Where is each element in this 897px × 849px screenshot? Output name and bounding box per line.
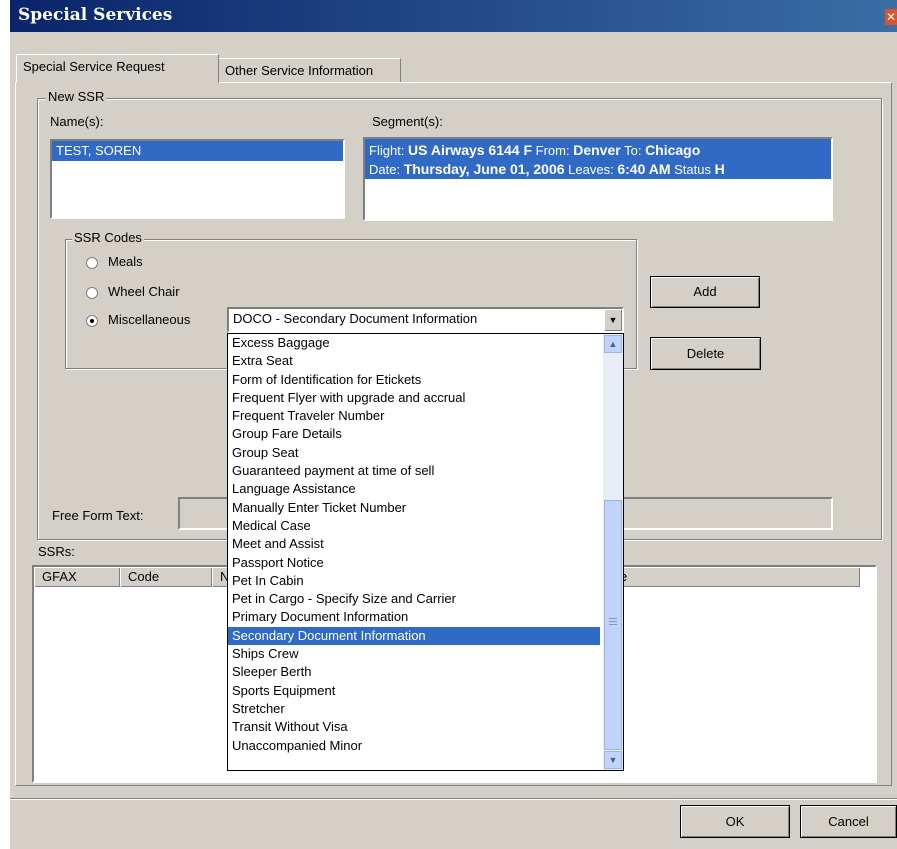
- dropdown-item[interactable]: Group Fare Details: [228, 425, 600, 443]
- dropdown-item[interactable]: Transit Without Visa: [228, 718, 600, 736]
- grip-line: [609, 618, 617, 619]
- miscellaneous-label[interactable]: Miscellaneous: [108, 312, 190, 327]
- names-label: Name(s):: [50, 114, 104, 129]
- grip-line: [609, 621, 617, 622]
- new-ssr-legend: New SSR: [46, 89, 107, 104]
- title-bar: Special Services ✕: [10, 0, 897, 32]
- to-label: To:: [624, 143, 642, 158]
- segments-label: Segment(s):: [372, 114, 443, 129]
- add-button-label: Add: [693, 284, 717, 299]
- tab-label: Other Service Information: [225, 63, 374, 78]
- tab-special-service-request[interactable]: Special Service Request: [16, 54, 219, 83]
- dropdown-item[interactable]: Frequent Traveler Number: [228, 407, 600, 425]
- ssrs-label: SSRs:: [38, 544, 75, 559]
- segments-listbox[interactable]: Flight: US Airways 6144 F From: Denver T…: [363, 137, 833, 221]
- date-label: Date:: [369, 162, 401, 177]
- column-header-gfax[interactable]: GFAX: [34, 567, 120, 587]
- leaves-label: Leaves:: [568, 162, 614, 177]
- ok-button[interactable]: OK: [680, 805, 790, 838]
- from-value: Denver: [573, 142, 621, 158]
- dropdown-item[interactable]: Primary Document Information: [228, 608, 600, 626]
- dropdown-item[interactable]: Unaccompanied Minor: [228, 737, 600, 755]
- meals-label[interactable]: Meals: [108, 254, 143, 269]
- delete-button-label: Delete: [686, 346, 725, 361]
- cancel-button[interactable]: Cancel: [800, 805, 897, 838]
- miscellaneous-radio[interactable]: [86, 315, 98, 327]
- dropdown-item[interactable]: Guaranteed payment at time of sell: [228, 462, 600, 480]
- flight-label: Flight:: [369, 143, 405, 158]
- segment-item[interactable]: Flight: US Airways 6144 F From: Denver T…: [365, 139, 831, 179]
- date-value: Thursday, June 01, 2006: [403, 161, 565, 177]
- flight-value: US Airways 6144 F: [408, 142, 533, 158]
- cancel-button-label: Cancel: [828, 814, 869, 829]
- scroll-thumb[interactable]: [604, 500, 622, 750]
- free-form-label: Free Form Text:: [52, 508, 144, 523]
- ok-button-label: OK: [725, 814, 745, 829]
- column-header-free-text[interactable]: e: [612, 567, 860, 587]
- scroll-down-icon[interactable]: ▼: [604, 751, 622, 769]
- from-label: From:: [535, 143, 570, 158]
- dropdown-item[interactable]: Group Seat: [228, 444, 600, 462]
- dropdown-item[interactable]: Stretcher: [228, 700, 600, 718]
- ssr-codes-legend: SSR Codes: [72, 230, 144, 245]
- leaves-value: 6:40 AM: [617, 161, 671, 177]
- scroll-up-icon[interactable]: ▲: [604, 335, 622, 353]
- dropdown-item[interactable]: Ships Crew: [228, 645, 600, 663]
- dropdown-item[interactable]: Sports Equipment: [228, 682, 600, 700]
- dropdown-item[interactable]: Frequent Flyer with upgrade and accrual: [228, 389, 600, 407]
- combobox-value: DOCO - Secondary Document Information: [233, 311, 478, 326]
- dropdown-item[interactable]: Meet and Assist: [228, 535, 600, 553]
- wheel-chair-label[interactable]: Wheel Chair: [108, 284, 180, 299]
- dropdown-item[interactable]: Language Assistance: [228, 480, 600, 498]
- dropdown-item[interactable]: Passport Notice: [228, 554, 600, 572]
- dropdown-item[interactable]: Extra Seat: [228, 352, 600, 370]
- meals-radio[interactable]: [86, 257, 98, 269]
- footer-separator: [10, 798, 897, 800]
- column-label: Code: [128, 569, 160, 584]
- tab-other-service-information[interactable]: Other Service Information: [218, 58, 401, 82]
- miscellaneous-combobox[interactable]: DOCO - Secondary Document Information ▼: [227, 307, 624, 333]
- dropdown-items: Excess Baggage Extra Seat Form of Identifi…: [228, 334, 623, 755]
- close-icon[interactable]: ✕: [885, 9, 897, 25]
- name-item[interactable]: TEST, SOREN: [52, 141, 343, 161]
- dropdown-item[interactable]: Excess Baggage: [228, 334, 600, 352]
- dropdown-item[interactable]: Manually Enter Ticket Number: [228, 499, 600, 517]
- chevron-down-icon[interactable]: ▼: [604, 309, 622, 331]
- special-services-dialog: Special Services ✕ Special Service Reque…: [10, 0, 897, 849]
- status-label: Status: [674, 162, 711, 177]
- column-label: GFAX: [42, 569, 77, 584]
- dropdown-item[interactable]: Pet in Cargo - Specify Size and Carrier: [228, 590, 600, 608]
- delete-button[interactable]: Delete: [650, 337, 761, 370]
- dropdown-item[interactable]: Medical Case: [228, 517, 600, 535]
- wheel-chair-radio[interactable]: [86, 287, 98, 299]
- dropdown-item[interactable]: Pet In Cabin: [228, 572, 600, 590]
- window-title: Special Services: [18, 5, 173, 25]
- dropdown-item[interactable]: Sleeper Berth: [228, 663, 600, 681]
- tab-label: Special Service Request: [23, 59, 165, 74]
- grip-line: [609, 624, 617, 625]
- add-button[interactable]: Add: [650, 276, 760, 308]
- dropdown-item[interactable]: Form of Identification for Etickets: [228, 371, 600, 389]
- to-value: Chicago: [645, 142, 701, 158]
- column-header-code[interactable]: Code: [120, 567, 212, 587]
- dropdown-item[interactable]: Secondary Document Information: [228, 626, 600, 646]
- miscellaneous-dropdown-list[interactable]: Excess Baggage Extra Seat Form of Identifi…: [227, 333, 624, 771]
- names-listbox[interactable]: TEST, SOREN: [50, 139, 345, 219]
- status-value: H: [714, 161, 725, 177]
- dropdown-scrollbar[interactable]: ▲ ▼: [603, 334, 623, 770]
